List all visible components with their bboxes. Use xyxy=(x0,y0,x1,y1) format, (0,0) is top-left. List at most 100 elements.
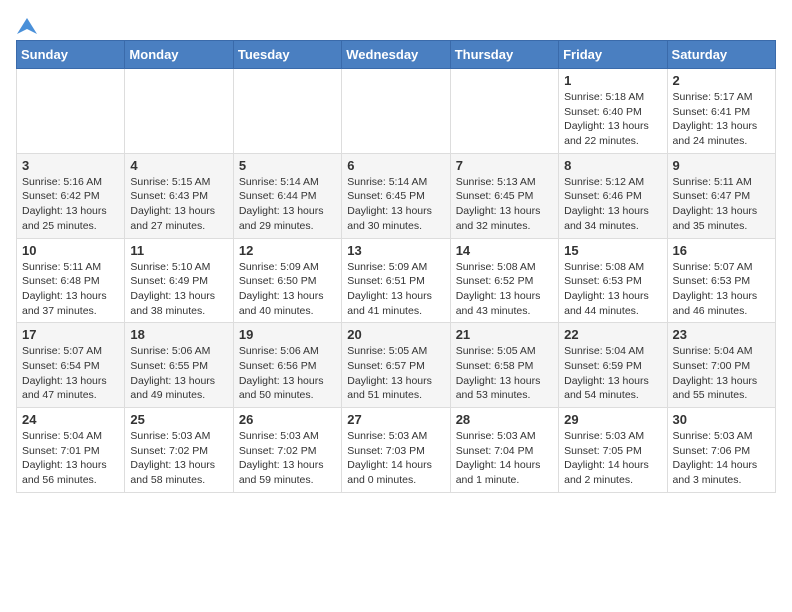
day-number: 8 xyxy=(564,158,661,173)
calendar-cell: 5Sunrise: 5:14 AM Sunset: 6:44 PM Daylig… xyxy=(233,153,341,238)
calendar-cell: 19 Sunrise: 5:06 AM Sunset: 6:56 PM Dayli… xyxy=(233,323,341,408)
day-info: Sunrise: 5:08 AM Sunset: 6:53 PM Dayligh… xyxy=(564,260,661,319)
day-number: 19 xyxy=(239,327,336,342)
day-info: Sunrise: 5:11 AM Sunset: 6:48 PM Dayligh… xyxy=(22,260,119,319)
weekday-header-tuesday: Tuesday xyxy=(233,41,341,69)
day-info: Sunrise: 5:09 AM Sunset: 6:50 PM Dayligh… xyxy=(239,260,336,319)
calendar-cell: 8 Sunrise: 5:12 AM Sunset: 6:46 PM Daylig… xyxy=(559,153,667,238)
calendar-cell: 12 Sunrise: 5:09 AM Sunset: 6:50 PM Dayli… xyxy=(233,238,341,323)
day-info: Sunrise: 5:07 AM Sunset: 6:54 PM Dayligh… xyxy=(22,344,119,403)
day-number: 9 xyxy=(673,158,770,173)
day-number: 20 xyxy=(347,327,444,342)
day-info: Sunrise: 5:03 AM Sunset: 7:04 PM Dayligh… xyxy=(456,429,553,488)
day-info: Sunrise: 5:04 AM Sunset: 7:01 PM Dayligh… xyxy=(22,429,119,488)
day-info: Sunrise: 5:16 AM Sunset: 6:42 PM Dayligh… xyxy=(22,175,119,234)
day-number: 28 xyxy=(456,412,553,427)
day-number: 3 xyxy=(22,158,119,173)
calendar-cell: 15Sunrise: 5:08 AM Sunset: 6:53 PM Dayli… xyxy=(559,238,667,323)
calendar-cell xyxy=(17,69,125,154)
day-number: 10 xyxy=(22,243,119,258)
day-number: 26 xyxy=(239,412,336,427)
logo-bird-icon xyxy=(17,16,37,36)
page-header xyxy=(16,16,776,32)
calendar-cell: 9Sunrise: 5:11 AM Sunset: 6:47 PM Daylig… xyxy=(667,153,775,238)
calendar-cell: 4 Sunrise: 5:15 AM Sunset: 6:43 PM Daylig… xyxy=(125,153,233,238)
weekday-header-wednesday: Wednesday xyxy=(342,41,450,69)
day-number: 24 xyxy=(22,412,119,427)
calendar-week-row: 17 Sunrise: 5:07 AM Sunset: 6:54 PM Dayli… xyxy=(17,323,776,408)
calendar-cell: 30 Sunrise: 5:03 AM Sunset: 7:06 PM Dayli… xyxy=(667,408,775,493)
calendar-cell: 1 Sunrise: 5:18 AM Sunset: 6:40 PM Daylig… xyxy=(559,69,667,154)
calendar-week-row: 1 Sunrise: 5:18 AM Sunset: 6:40 PM Daylig… xyxy=(17,69,776,154)
day-number: 16 xyxy=(673,243,770,258)
day-info: Sunrise: 5:15 AM Sunset: 6:43 PM Dayligh… xyxy=(130,175,227,234)
day-info: Sunrise: 5:06 AM Sunset: 6:56 PM Dayligh… xyxy=(239,344,336,403)
calendar-cell xyxy=(233,69,341,154)
day-info: Sunrise: 5:03 AM Sunset: 7:03 PM Dayligh… xyxy=(347,429,444,488)
day-info: Sunrise: 5:03 AM Sunset: 7:02 PM Dayligh… xyxy=(130,429,227,488)
weekday-header-saturday: Saturday xyxy=(667,41,775,69)
day-info: Sunrise: 5:07 AM Sunset: 6:53 PM Dayligh… xyxy=(673,260,770,319)
day-number: 1 xyxy=(564,73,661,88)
calendar-cell: 17 Sunrise: 5:07 AM Sunset: 6:54 PM Dayli… xyxy=(17,323,125,408)
calendar-cell: 26 Sunrise: 5:03 AM Sunset: 7:02 PM Dayli… xyxy=(233,408,341,493)
day-number: 4 xyxy=(130,158,227,173)
day-number: 23 xyxy=(673,327,770,342)
day-info: Sunrise: 5:05 AM Sunset: 6:58 PM Dayligh… xyxy=(456,344,553,403)
day-number: 18 xyxy=(130,327,227,342)
day-info: Sunrise: 5:03 AM Sunset: 7:05 PM Dayligh… xyxy=(564,429,661,488)
calendar-cell: 13 Sunrise: 5:09 AM Sunset: 6:51 PM Dayli… xyxy=(342,238,450,323)
day-number: 25 xyxy=(130,412,227,427)
calendar-cell: 7 Sunrise: 5:13 AM Sunset: 6:45 PM Daylig… xyxy=(450,153,558,238)
calendar-cell: 27 Sunrise: 5:03 AM Sunset: 7:03 PM Dayli… xyxy=(342,408,450,493)
day-number: 27 xyxy=(347,412,444,427)
day-info: Sunrise: 5:09 AM Sunset: 6:51 PM Dayligh… xyxy=(347,260,444,319)
day-info: Sunrise: 5:13 AM Sunset: 6:45 PM Dayligh… xyxy=(456,175,553,234)
calendar-cell: 22 Sunrise: 5:04 AM Sunset: 6:59 PM Dayli… xyxy=(559,323,667,408)
calendar-cell: 24 Sunrise: 5:04 AM Sunset: 7:01 PM Dayli… xyxy=(17,408,125,493)
weekday-header-sunday: Sunday xyxy=(17,41,125,69)
calendar-cell: 6 Sunrise: 5:14 AM Sunset: 6:45 PM Daylig… xyxy=(342,153,450,238)
day-info: Sunrise: 5:06 AM Sunset: 6:55 PM Dayligh… xyxy=(130,344,227,403)
day-info: Sunrise: 5:04 AM Sunset: 7:00 PM Dayligh… xyxy=(673,344,770,403)
calendar-cell: 3 Sunrise: 5:16 AM Sunset: 6:42 PM Daylig… xyxy=(17,153,125,238)
day-info: Sunrise: 5:18 AM Sunset: 6:40 PM Dayligh… xyxy=(564,90,661,149)
calendar-cell: 28 Sunrise: 5:03 AM Sunset: 7:04 PM Dayli… xyxy=(450,408,558,493)
day-number: 30 xyxy=(673,412,770,427)
day-info: Sunrise: 5:12 AM Sunset: 6:46 PM Dayligh… xyxy=(564,175,661,234)
day-info: Sunrise: 5:10 AM Sunset: 6:49 PM Dayligh… xyxy=(130,260,227,319)
calendar-cell: 2Sunrise: 5:17 AM Sunset: 6:41 PM Daylig… xyxy=(667,69,775,154)
calendar-table: SundayMondayTuesdayWednesdayThursdayFrid… xyxy=(16,40,776,493)
day-number: 12 xyxy=(239,243,336,258)
day-number: 21 xyxy=(456,327,553,342)
calendar-cell: 20Sunrise: 5:05 AM Sunset: 6:57 PM Dayli… xyxy=(342,323,450,408)
calendar-cell: 25 Sunrise: 5:03 AM Sunset: 7:02 PM Dayli… xyxy=(125,408,233,493)
calendar-week-row: 10 Sunrise: 5:11 AM Sunset: 6:48 PM Dayli… xyxy=(17,238,776,323)
calendar-cell: 23 Sunrise: 5:04 AM Sunset: 7:00 PM Dayli… xyxy=(667,323,775,408)
day-number: 7 xyxy=(456,158,553,173)
day-number: 13 xyxy=(347,243,444,258)
calendar-week-row: 24 Sunrise: 5:04 AM Sunset: 7:01 PM Dayli… xyxy=(17,408,776,493)
day-info: Sunrise: 5:04 AM Sunset: 6:59 PM Dayligh… xyxy=(564,344,661,403)
day-number: 2 xyxy=(673,73,770,88)
calendar-cell: 18 Sunrise: 5:06 AM Sunset: 6:55 PM Dayli… xyxy=(125,323,233,408)
day-info: Sunrise: 5:14 AM Sunset: 6:45 PM Dayligh… xyxy=(347,175,444,234)
calendar-cell: 10 Sunrise: 5:11 AM Sunset: 6:48 PM Dayli… xyxy=(17,238,125,323)
day-number: 14 xyxy=(456,243,553,258)
day-info: Sunrise: 5:03 AM Sunset: 7:02 PM Dayligh… xyxy=(239,429,336,488)
calendar-cell xyxy=(125,69,233,154)
calendar-cell: 16 Sunrise: 5:07 AM Sunset: 6:53 PM Dayli… xyxy=(667,238,775,323)
weekday-header-monday: Monday xyxy=(125,41,233,69)
day-number: 22 xyxy=(564,327,661,342)
calendar-cell: 11 Sunrise: 5:10 AM Sunset: 6:49 PM Dayli… xyxy=(125,238,233,323)
day-info: Sunrise: 5:08 AM Sunset: 6:52 PM Dayligh… xyxy=(456,260,553,319)
weekday-header-friday: Friday xyxy=(559,41,667,69)
calendar-week-row: 3 Sunrise: 5:16 AM Sunset: 6:42 PM Daylig… xyxy=(17,153,776,238)
calendar-cell: 14 Sunrise: 5:08 AM Sunset: 6:52 PM Dayli… xyxy=(450,238,558,323)
calendar-cell: 29Sunrise: 5:03 AM Sunset: 7:05 PM Dayli… xyxy=(559,408,667,493)
day-number: 11 xyxy=(130,243,227,258)
day-info: Sunrise: 5:03 AM Sunset: 7:06 PM Dayligh… xyxy=(673,429,770,488)
day-number: 6 xyxy=(347,158,444,173)
day-number: 17 xyxy=(22,327,119,342)
logo xyxy=(16,16,38,32)
